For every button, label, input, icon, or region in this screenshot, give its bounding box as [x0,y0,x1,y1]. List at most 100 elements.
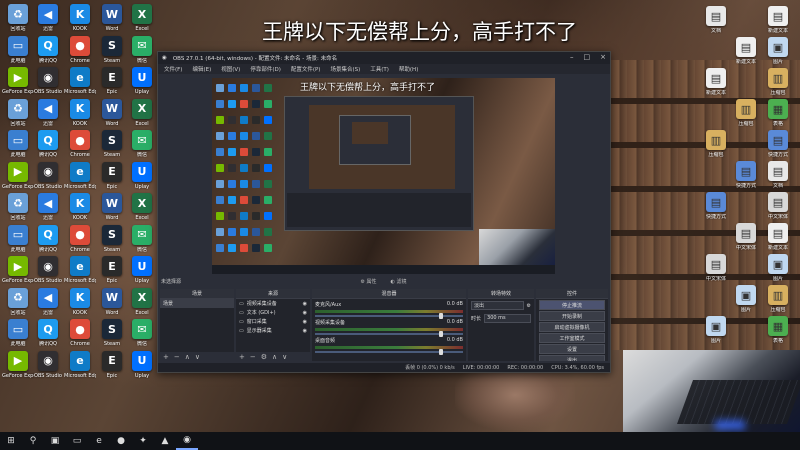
menu-item[interactable]: 文件(F) [164,65,182,73]
desktop-icon[interactable]: U Uplay [126,350,158,379]
desktop-icon[interactable]: Q 腾讯QQ [32,35,64,64]
desktop-icon[interactable]: S Steam [96,319,128,347]
desktop-icon[interactable]: ▦ 表格 [762,99,794,127]
app-icon[interactable]: ▲ [154,432,176,450]
volume-slider-handle[interactable] [439,313,444,319]
desktop-icon[interactable]: ▤ 新建文本 [730,37,762,65]
desktop-icon[interactable]: W Word [96,287,128,316]
desktop-icon[interactable]: K KOOK [64,98,96,127]
desktop-icon[interactable]: ▥ 压缩包 [700,130,732,158]
edge-icon[interactable]: e [88,432,110,450]
visibility-eye-icon[interactable]: ◉ [303,328,307,334]
menu-item[interactable]: 场景集合(S) [330,65,360,73]
desktop-icon[interactable]: ▥ 压缩包 [730,99,762,127]
desktop-icon[interactable]: ◀ 迅雷 [32,4,64,32]
file-explorer-icon[interactable]: ▭ [66,432,88,450]
obs-preview[interactable]: 王牌以下无偿帮上分，高手打不了 [212,78,555,274]
add-icon[interactable]: + [239,353,245,361]
desktop-icon[interactable]: Q 腾讯QQ [32,130,64,158]
desktop-icon[interactable]: ◀ 迅雷 [32,98,64,127]
menu-item[interactable]: 配置文件(P) [291,65,321,73]
desktop-icon[interactable]: ▶GeForce Experience [2,256,34,284]
chrome-icon[interactable]: ● [110,432,132,450]
desktop-icon[interactable]: U Uplay [126,256,158,284]
remove-icon[interactable]: − [174,353,180,361]
desktop-icon[interactable]: E Epic [96,161,128,190]
control-button[interactable]: 工作室模式 [539,333,605,343]
desktop-icon[interactable]: ▤ 文档 [762,161,794,189]
desktop-icon[interactable]: ▤ 快捷方式 [730,161,762,189]
menu-item[interactable]: 编辑(E) [192,65,211,73]
control-button[interactable]: 启动虚拟摄像机 [539,322,605,332]
start-icon[interactable]: ⊞ [0,432,22,450]
scene-item[interactable]: 场景 [160,299,234,308]
desktop-icon[interactable]: ♻ 回收站 [2,193,34,221]
desktop-icon[interactable]: ▤ 新建文本 [762,223,794,251]
desktop-icon[interactable]: ▤ 快捷方式 [762,130,794,158]
desktop-icon[interactable]: ▤ 新建文本 [762,6,794,34]
desktop-icon[interactable]: W Word [96,4,128,32]
obs-icon[interactable]: ◉ [176,432,198,450]
menu-item[interactable]: 帮助(H) [399,65,418,73]
desktop-icon[interactable]: K KOOK [64,287,96,316]
control-button[interactable]: 设置 [539,344,605,354]
desktop-icon[interactable]: ✉ 微信 [126,224,158,253]
desktop-icon[interactable]: eMicrosoft Edge [64,350,96,379]
properties-button[interactable]: ⚙ 属性 [360,278,376,285]
desktop-icon[interactable]: ♻ 回收站 [2,287,34,316]
move-down-icon[interactable]: ∨ [195,353,200,361]
control-button[interactable]: 开始录制 [539,311,605,321]
source-item[interactable]: ▭ 显示器采集 ◉ [236,326,310,335]
desktop-icon[interactable]: S Steam [96,35,128,64]
desktop-icon[interactable]: Q 腾讯QQ [32,224,64,253]
volume-slider[interactable] [315,313,463,319]
desktop-icon[interactable]: U Uplay [126,67,158,95]
add-icon[interactable]: + [163,353,169,361]
source-item[interactable]: ▭ 视频采集设备 ◉ [236,299,310,308]
visibility-eye-icon[interactable]: ◉ [303,301,307,307]
desktop-icon[interactable]: ♻ 回收站 [2,4,34,32]
gear-icon[interactable]: ⚙ [527,303,531,309]
desktop-icon[interactable]: ▣ 图片 [762,37,794,65]
desktop-icon[interactable]: E Epic [96,256,128,284]
desktop-icon[interactable]: X Excel [126,98,158,127]
desktop-icon[interactable]: Q 腾讯QQ [32,319,64,347]
close-icon[interactable]: × [600,53,606,61]
desktop-icon[interactable]: X Excel [126,4,158,32]
desktop-icon[interactable]: ▥ 压缩包 [762,285,794,313]
task-view-icon[interactable]: ▣ [44,432,66,450]
desktop-icon[interactable]: ▣ 图片 [700,316,732,344]
control-button[interactable]: 退出 [539,355,605,361]
move-up-icon[interactable]: ∧ [185,353,190,361]
filters-button[interactable]: ◐ 滤镜 [391,278,407,285]
desktop-icon[interactable]: ◀ 迅雷 [32,193,64,221]
minimize-icon[interactable]: – [570,53,574,61]
desktop-icon[interactable]: S Steam [96,224,128,253]
desktop-icon[interactable]: ◉ OBS Studio [32,256,64,284]
desktop-icon[interactable]: ● Chrome [64,224,96,253]
desktop-icon[interactable]: ▶GeForce Experience [2,67,34,95]
transition-duration-input[interactable]: 300 ms [484,314,531,323]
maximize-icon[interactable]: □ [584,53,591,61]
menu-item[interactable]: 视图(V) [221,65,240,73]
menu-item[interactable]: 工具(T) [370,65,389,73]
desktop-icon[interactable]: ▶GeForce Experience [2,161,34,190]
desktop-icon[interactable]: ▤ 中文宋体 [730,223,762,251]
desktop-icon[interactable]: ▤ 快捷方式 [700,192,732,220]
desktop-icon[interactable]: E Epic [96,350,128,379]
transition-type-select[interactable]: 淡出 [471,301,524,310]
desktop-icon[interactable]: ▤ 中文宋体 [762,192,794,220]
desktop-icon[interactable]: X Excel [126,287,158,316]
desktop-icon[interactable]: ▤ 新建文本 [700,68,732,96]
desktop-icon[interactable]: ▭ 此电脑 [2,319,34,347]
desktop-icon[interactable]: ● Chrome [64,319,96,347]
desktop-icon[interactable]: ▦ 表格 [762,316,794,344]
desktop-icon[interactable]: ▭ 此电脑 [2,130,34,158]
gear-icon[interactable]: ⚙ [261,353,267,361]
visibility-eye-icon[interactable]: ◉ [303,319,307,325]
desktop-icon[interactable]: E Epic [96,67,128,95]
desktop-icon[interactable]: K KOOK [64,4,96,32]
visibility-eye-icon[interactable]: ◉ [303,310,307,316]
obs-window[interactable]: ◉ OBS 27.0.1 (64-bit, windows) - 配置文件: 未… [157,51,611,373]
desktop-icon[interactable]: ◉ OBS Studio [32,350,64,379]
